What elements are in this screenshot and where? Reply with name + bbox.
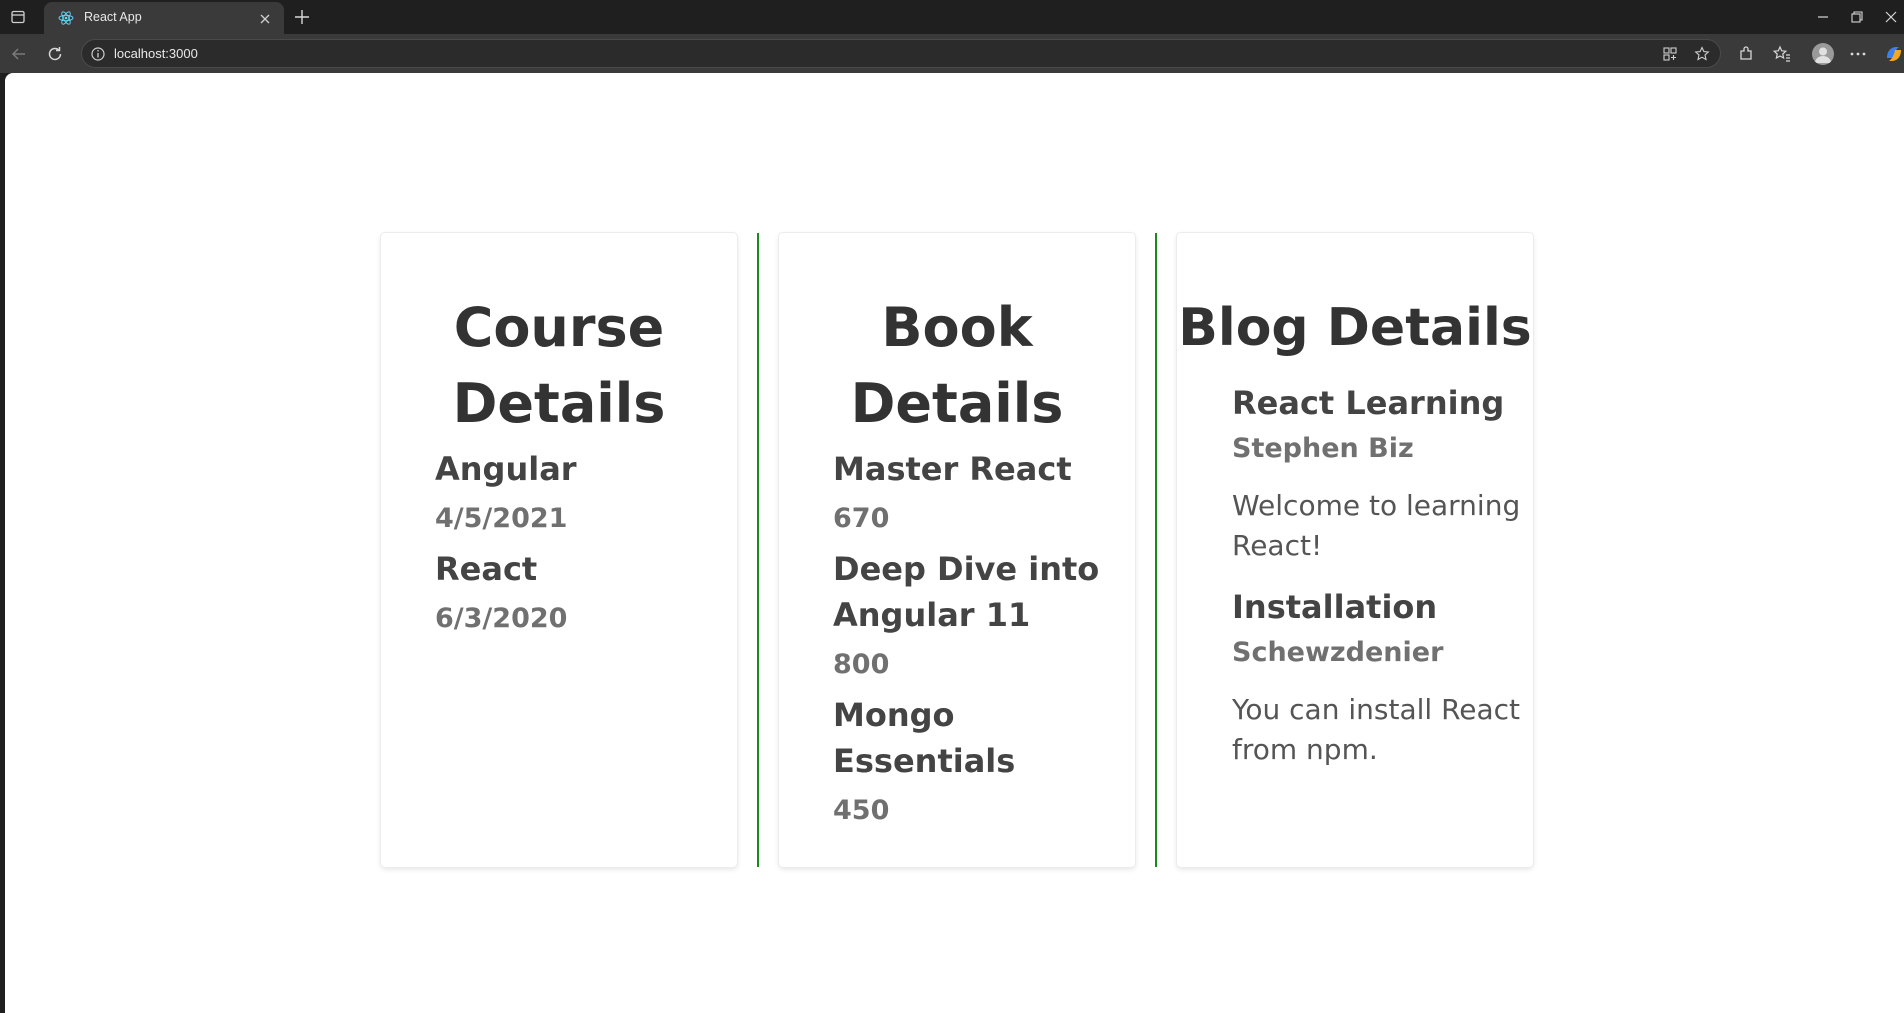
blog-title: React Learning [1232,384,1505,422]
tab-actions-icon[interactable] [10,9,26,25]
book-price: 670 [833,503,890,534]
copilot-icon[interactable] [1884,44,1904,64]
site-info-icon[interactable] [90,46,106,62]
book-price: 450 [833,795,890,826]
blog-title: Installation [1232,588,1438,626]
profile-avatar[interactable] [1812,43,1834,65]
course-name: Angular [435,450,577,488]
blog-details-card: Blog Details React Learning Stephen Biz … [1177,233,1533,867]
book-name: Master React [833,450,1072,488]
blog-item: React Learning Stephen Biz Welcome to le… [1232,380,1533,566]
cards-row: Course Details Angular 4/5/2021 React 6/… [381,233,1533,867]
browser-toolbar: localhost:3000 [0,34,1904,73]
book-item: Deep Dive into Angular 11 800 [833,546,1135,692]
book-item: Master React 670 [833,446,1135,546]
blog-item: Installation Schewzdenier You can instal… [1232,584,1533,770]
course-details-card: Course Details Angular 4/5/2021 React 6/… [381,233,737,867]
vertical-divider [1155,233,1157,867]
close-window-icon[interactable] [1880,6,1902,28]
course-date: 6/3/2020 [435,603,568,634]
blog-author: Schewzdenier [1232,637,1444,668]
close-icon[interactable] [258,11,272,25]
blog-list: React Learning Stephen Biz Welcome to le… [1177,366,1533,770]
course-details-title: Course Details [452,296,666,435]
course-list: Angular 4/5/2021 React 6/3/2020 [381,442,737,646]
new-tab-icon[interactable] [292,7,312,27]
favorites-icon[interactable] [1772,44,1792,64]
book-name: Mongo Essentials [833,696,1016,780]
address-bar[interactable]: localhost:3000 [81,39,1721,68]
url-text: localhost:3000 [114,46,198,61]
more-menu-icon[interactable] [1848,44,1868,64]
course-item: Angular 4/5/2021 [435,446,737,546]
minimize-icon[interactable] [1812,6,1834,28]
browser-tab[interactable]: React App [44,2,284,34]
react-logo-icon [58,10,74,26]
course-item: React 6/3/2020 [435,546,737,646]
book-item: Mongo Essentials 450 [833,692,1135,838]
app-available-icon[interactable] [1662,46,1678,62]
blog-body: Welcome to learning React! [1232,489,1521,562]
page-viewport: Course Details Angular 4/5/2021 React 6/… [5,73,1904,1013]
favorite-star-icon[interactable] [1694,46,1710,62]
browser-titlebar: React App [0,0,1904,34]
book-details-card: Book Details Master React 670 Deep Dive … [779,233,1135,867]
blog-author: Stephen Biz [1232,433,1414,464]
vertical-divider [757,233,759,867]
book-details-title: Book Details [850,296,1064,435]
book-list: Master React 670 Deep Dive into Angular … [779,442,1135,838]
blog-details-title: Blog Details [1178,298,1532,358]
book-price: 800 [833,649,890,680]
extensions-icon[interactable] [1736,44,1756,64]
restore-icon[interactable] [1846,6,1868,28]
book-name: Deep Dive into Angular 11 [833,550,1100,634]
course-date: 4/5/2021 [435,503,568,534]
blog-body: You can install React from npm. [1232,693,1521,766]
refresh-icon[interactable] [46,45,64,63]
tab-title: React App [84,10,142,24]
course-name: React [435,550,538,588]
back-arrow-icon[interactable] [10,45,28,63]
